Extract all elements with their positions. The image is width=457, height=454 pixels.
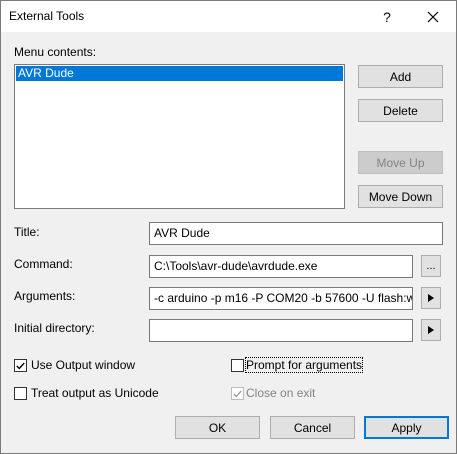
help-icon: ?: [383, 8, 391, 25]
use-output-window-checkbox[interactable]: [14, 359, 27, 372]
menu-contents-label: Menu contents:: [14, 45, 97, 59]
move-up-button-label: Move Up: [376, 155, 425, 170]
prompt-for-arguments-label[interactable]: Prompt for arguments: [244, 357, 364, 373]
apply-button-label: Apply: [391, 420, 422, 435]
prompt-for-arguments-checkbox[interactable]: [231, 359, 244, 372]
treat-output-unicode-checkbox[interactable]: [14, 387, 27, 400]
close-icon: [427, 11, 439, 22]
title-label: Title:: [14, 225, 40, 239]
external-tools-dialog: External Tools ? Menu contents: AVR Dude…: [0, 0, 457, 454]
command-input[interactable]: C:\Tools\avr-dude\avrdude.exe: [149, 255, 413, 278]
triangle-right-icon: [428, 294, 434, 302]
list-item[interactable]: AVR Dude: [16, 66, 343, 81]
treat-output-unicode-label[interactable]: Treat output as Unicode: [31, 386, 159, 400]
arguments-input[interactable]: -c arduino -p m16 -P COM20 -b 57600 -U f…: [149, 287, 413, 310]
use-output-window-label[interactable]: Use Output window: [31, 358, 135, 372]
menu-contents-list[interactable]: AVR Dude: [14, 64, 345, 209]
delete-button-label: Delete: [383, 103, 418, 118]
add-button[interactable]: Add: [358, 65, 443, 88]
initial-directory-input[interactable]: [149, 319, 413, 342]
help-button[interactable]: ?: [364, 1, 410, 32]
move-down-button[interactable]: Move Down: [358, 185, 443, 208]
ok-button-label: OK: [208, 420, 227, 435]
browse-button-label: ...: [426, 260, 436, 272]
arguments-macro-button[interactable]: [421, 287, 441, 309]
close-on-exit-checkbox[interactable]: [231, 387, 244, 400]
delete-button[interactable]: Delete: [358, 99, 443, 122]
checkmark-icon: [233, 390, 242, 398]
close-button[interactable]: [410, 1, 456, 32]
triangle-right-icon: [428, 326, 434, 334]
apply-button[interactable]: Apply: [364, 416, 449, 439]
arguments-label: Arguments:: [14, 289, 76, 303]
title-input[interactable]: AVR Dude: [149, 222, 443, 245]
move-up-button[interactable]: Move Up: [358, 151, 443, 174]
window-title: External Tools: [9, 9, 85, 23]
title-bar: External Tools ?: [1, 1, 456, 32]
command-label: Command:: [14, 257, 73, 271]
add-button-label: Add: [389, 69, 412, 84]
move-down-button-label: Move Down: [368, 189, 433, 204]
ok-button[interactable]: OK: [175, 416, 260, 439]
list-item-label: AVR Dude: [18, 66, 74, 80]
close-on-exit-label[interactable]: Close on exit: [246, 386, 315, 400]
initial-directory-label: Initial directory:: [14, 321, 95, 335]
checkmark-icon: [16, 362, 25, 370]
cancel-button[interactable]: Cancel: [270, 416, 355, 439]
initial-directory-macro-button[interactable]: [421, 319, 441, 341]
cancel-button-label: Cancel: [293, 420, 332, 435]
browse-button[interactable]: ...: [421, 255, 441, 277]
